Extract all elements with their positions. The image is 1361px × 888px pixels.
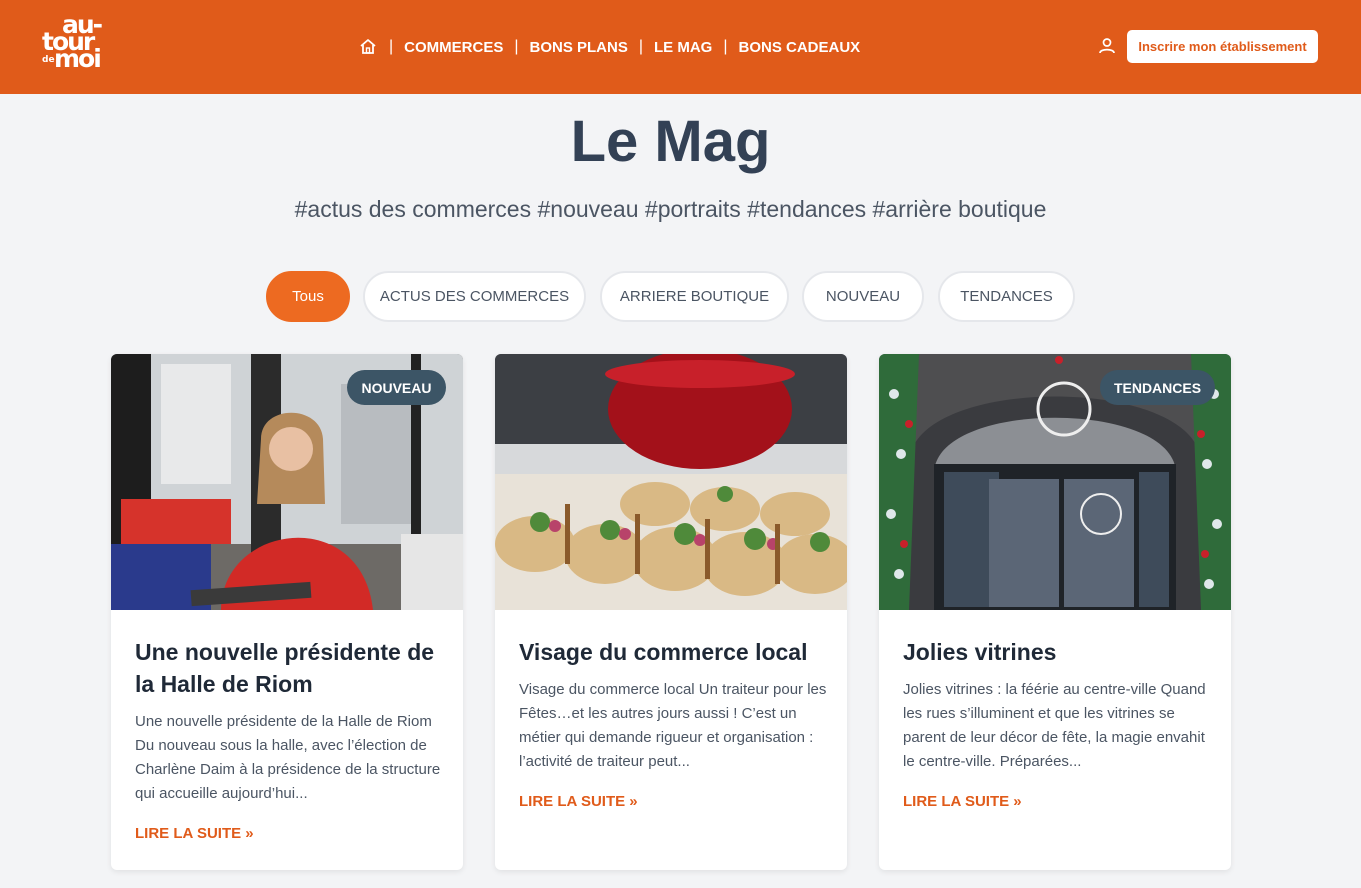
register-business-button[interactable]: Inscrire mon établissement xyxy=(1127,30,1318,63)
filter-nouveau[interactable]: NOUVEAU xyxy=(802,271,924,322)
nav-separator: | xyxy=(389,38,394,55)
home-icon[interactable] xyxy=(358,37,378,57)
main-nav: | COMMERCES | BONS PLANS | LE MAG | BONS… xyxy=(358,36,860,58)
site-header: au- tour de moi | COMMERCES | BONS PLANS… xyxy=(0,0,1361,94)
article-title[interactable]: Visage du commerce local xyxy=(519,636,829,668)
category-filters: Tous ACTUS DES COMMERCES ARRIERE BOUTIQU… xyxy=(0,271,1361,322)
filter-actus-des-commerces[interactable]: ACTUS DES COMMERCES xyxy=(363,271,586,322)
read-more-link[interactable]: LIRE LA SUITE » xyxy=(135,825,254,842)
nav-separator: | xyxy=(723,38,728,55)
nav-separator: | xyxy=(514,38,519,55)
article-excerpt: Une nouvelle présidente de la Halle de R… xyxy=(135,713,441,802)
nav-item-le-mag[interactable]: LE MAG xyxy=(654,39,712,56)
user-icon[interactable] xyxy=(1097,36,1117,56)
article-image[interactable]: NOUVEAU xyxy=(111,354,463,610)
article-title[interactable]: Une nouvelle présidente de la Halle de R… xyxy=(135,636,445,700)
filter-arriere-boutique[interactable]: ARRIERE BOUTIQUE xyxy=(600,271,789,322)
page-subtitle: #actus des commerces #nouveau #portraits… xyxy=(294,196,1047,222)
nav-item-bons-cadeaux[interactable]: BONS CADEAUX xyxy=(738,39,860,56)
logo-text-moi: moi xyxy=(54,44,102,73)
article-title[interactable]: Jolies vitrines xyxy=(903,636,1213,668)
article-image[interactable]: TENDANCES xyxy=(879,354,1231,610)
nav-separator: | xyxy=(638,38,643,55)
nav-item-bons-plans[interactable]: BONS PLANS xyxy=(529,39,627,56)
filter-tendances[interactable]: TENDANCES xyxy=(938,271,1075,322)
article-badge: TENDANCES xyxy=(1100,370,1215,405)
read-more-link[interactable]: LIRE LA SUITE » xyxy=(519,793,638,810)
article-card[interactable]: Visage du commerce local Visage du comme… xyxy=(495,354,847,870)
page-title: Le Mag xyxy=(570,109,771,174)
nav-item-commerces[interactable]: COMMERCES xyxy=(404,39,503,56)
logo-text-de: de xyxy=(42,55,55,65)
filter-tous[interactable]: Tous xyxy=(266,271,350,322)
article-badge: NOUVEAU xyxy=(347,370,446,405)
site-logo[interactable]: au- tour de moi xyxy=(40,12,118,82)
read-more-link[interactable]: LIRE LA SUITE » xyxy=(903,793,1022,810)
article-excerpt: Visage du commerce local Un traiteur pou… xyxy=(519,681,827,770)
article-image[interactable] xyxy=(495,354,847,610)
article-card[interactable]: NOUVEAU Une nouvelle présidente de la Ha… xyxy=(111,354,463,870)
article-excerpt: Jolies vitrines : la féérie au centre-vi… xyxy=(903,681,1206,770)
article-card[interactable]: TENDANCES Jolies vitrines Jolies vitrine… xyxy=(879,354,1231,870)
